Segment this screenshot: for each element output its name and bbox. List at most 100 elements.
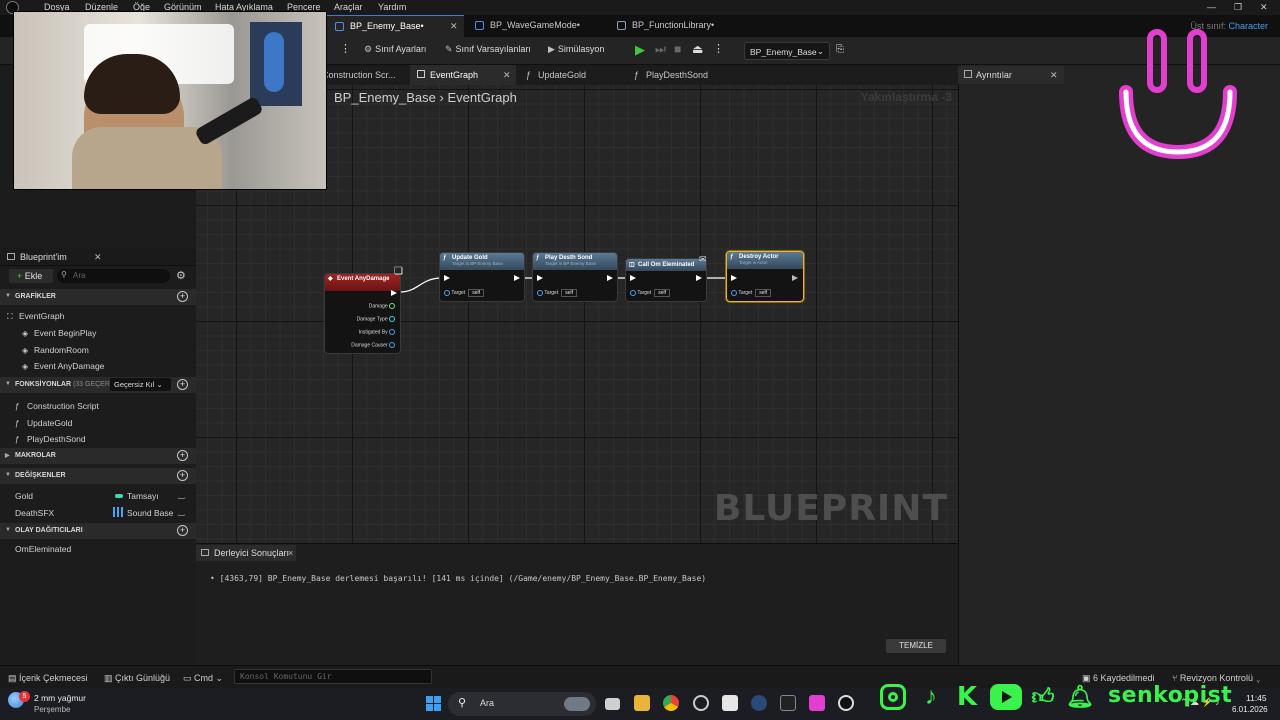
content-drawer-button[interactable]: ▤ İçerik Çekmecesi bbox=[8, 673, 88, 684]
node-update-gold[interactable]: ƒ Update Gold Target is BP Enemy Base Ta… bbox=[439, 252, 525, 302]
node-destroy-actor[interactable]: ƒ Destroy Actor Target is Actor Target se… bbox=[726, 251, 804, 302]
add-graph-icon[interactable]: + bbox=[177, 291, 188, 302]
pin-target[interactable]: Target self bbox=[537, 289, 577, 297]
section-macros[interactable]: ▶ MAKROLAR + bbox=[0, 448, 196, 464]
exec-in-pin[interactable] bbox=[444, 275, 450, 281]
steam-icon[interactable] bbox=[751, 695, 767, 711]
pin-damage[interactable]: Damage bbox=[369, 303, 395, 309]
function-item-construction-script[interactable]: ƒ Construction Script bbox=[0, 398, 196, 414]
exec-out-pin[interactable] bbox=[514, 275, 520, 281]
tab-eventgraph[interactable]: EventGraph ✕ bbox=[410, 65, 516, 85]
compiler-results-tab[interactable]: Derleyici Sonuçları × bbox=[196, 545, 296, 561]
pin-damage-type[interactable]: Damage Type bbox=[357, 316, 395, 322]
more-options-icon[interactable]: ⋮ bbox=[340, 42, 351, 55]
close-tab-icon[interactable]: ✕ bbox=[1050, 70, 1058, 81]
pin-target[interactable]: Target self bbox=[630, 289, 670, 297]
play-options-icon[interactable]: ⋮ bbox=[713, 42, 724, 55]
cmd-dropdown[interactable]: ▭ Cmd ⌄ bbox=[183, 673, 223, 684]
simulation-button[interactable]: ▶ Simülasyon bbox=[548, 44, 604, 55]
graph-item-randomroom[interactable]: ◈ RandomRoom bbox=[0, 342, 196, 358]
file-explorer-icon[interactable] bbox=[634, 695, 650, 711]
chrome-icon[interactable] bbox=[663, 695, 679, 711]
tab-playdesthsond[interactable]: ƒ PlayDesthSond bbox=[632, 65, 732, 85]
variable-item-gold[interactable]: Gold Tamsayı ‿ bbox=[0, 488, 196, 504]
tab-bp-enemy-base[interactable]: BP_Enemy_Base• ✕ bbox=[326, 15, 464, 37]
debug-object-dropdown[interactable]: BP_Enemy_Base ⌄ bbox=[744, 42, 830, 60]
menu-tools[interactable]: Araçlar bbox=[334, 2, 363, 12]
add-function-icon[interactable]: + bbox=[177, 379, 188, 390]
store-icon[interactable] bbox=[722, 695, 738, 711]
node-call-on-eliminated[interactable]: ◫ Call Om Eleminated Target self bbox=[625, 258, 707, 302]
play-icon[interactable]: ▶ bbox=[635, 42, 645, 58]
unreal-engine-icon[interactable] bbox=[838, 695, 854, 711]
function-item-updategold[interactable]: ƒ UpdateGold bbox=[0, 415, 196, 431]
pin-target[interactable]: Target self bbox=[444, 289, 484, 297]
weather-temp[interactable]: 2 mm yağmur bbox=[34, 693, 86, 703]
pin-instigated-by[interactable]: Instigated By bbox=[359, 329, 395, 335]
eye-icon[interactable]: ‿ bbox=[178, 506, 185, 517]
node-play-death-sound[interactable]: ƒ Play Desth Sond Target is BP Enemy Bas… bbox=[532, 252, 618, 302]
variable-item-deathsfx[interactable]: DeathSFX Sound Base ‿ bbox=[0, 505, 196, 521]
close-tab-icon[interactable]: ✕ bbox=[450, 21, 458, 32]
tab-updategold[interactable]: ƒ UpdateGold bbox=[524, 65, 614, 85]
restore-icon[interactable]: ❐ bbox=[1234, 2, 1242, 13]
pin-damage-causer[interactable]: Damage Causer bbox=[351, 342, 395, 348]
graph-item-beginplay[interactable]: ◈ Event BeginPlay bbox=[0, 325, 196, 341]
section-functions[interactable]: ▼ FONKSİYONLAR (33 GEÇERSİ Geçersiz Kıl … bbox=[0, 377, 196, 393]
tab-construction-script[interactable]: Construction Scr... bbox=[322, 65, 404, 85]
variable-type[interactable]: Tamsayı bbox=[127, 491, 159, 501]
self-field[interactable]: self bbox=[755, 289, 771, 297]
add-macro-icon[interactable]: + bbox=[177, 450, 188, 461]
task-view-icon[interactable] bbox=[605, 698, 620, 710]
find-debug-object-icon[interactable]: ⎘ bbox=[836, 44, 844, 55]
app-icon-pink[interactable] bbox=[809, 695, 825, 711]
close-window-icon[interactable]: ✕ bbox=[1260, 2, 1268, 13]
eject-icon[interactable]: ⏏ bbox=[692, 42, 703, 56]
output-log-button[interactable]: ▥ Çıktı Günlüğü bbox=[104, 673, 170, 684]
self-field[interactable]: self bbox=[561, 289, 577, 297]
windows-start-icon[interactable] bbox=[426, 696, 441, 711]
taskbar-search[interactable]: ⚲ Ara bbox=[448, 692, 596, 716]
exec-in-pin[interactable] bbox=[630, 275, 636, 281]
override-dropdown[interactable]: Geçersiz Kıl ⌄ bbox=[110, 378, 171, 391]
section-variables[interactable]: ▼ DEĞİŞKENLER + bbox=[0, 468, 196, 484]
exec-out-pin[interactable] bbox=[792, 275, 798, 281]
app-icon-circle[interactable] bbox=[693, 695, 709, 711]
graph-item-anydamage[interactable]: ◈ Event AnyDamage bbox=[0, 358, 196, 374]
class-settings-button[interactable]: ⚙ Sınıf Ayarları bbox=[364, 44, 426, 55]
section-event-dispatchers[interactable]: ▼ OLAY DAĞITICILARI + bbox=[0, 523, 196, 539]
function-item-playdesthsond[interactable]: ƒ PlayDesthSond bbox=[0, 431, 196, 447]
minimize-icon[interactable]: — bbox=[1207, 2, 1216, 12]
my-blueprint-tab[interactable]: Blueprint'im ✕ bbox=[0, 248, 196, 266]
blueprint-search-input[interactable]: ⚲ Ara bbox=[57, 269, 170, 283]
settings-gear-icon[interactable]: ⚙ bbox=[176, 269, 186, 282]
variable-type[interactable]: Sound Base bbox=[127, 508, 173, 518]
exec-out-pin[interactable] bbox=[696, 275, 702, 281]
tab-bp-wavegamemode[interactable]: BP_WaveGameMode• bbox=[466, 15, 606, 37]
clock-time[interactable]: 11:45 bbox=[1246, 693, 1267, 703]
add-button[interactable]: + Ekle bbox=[9, 269, 53, 283]
exec-out-pin[interactable] bbox=[607, 275, 613, 281]
close-tab-icon[interactable]: ✕ bbox=[94, 252, 102, 263]
eye-icon[interactable]: ‿ bbox=[178, 489, 185, 500]
dispatcher-item-omeleminated[interactable]: OmEleminated bbox=[0, 541, 196, 557]
exec-out-pin[interactable] bbox=[391, 290, 397, 296]
close-tab-icon[interactable]: × bbox=[288, 548, 293, 558]
pin-target[interactable]: Target self bbox=[731, 289, 771, 297]
epic-games-icon[interactable] bbox=[780, 695, 796, 711]
details-tab[interactable]: Ayrıntılar ✕ bbox=[958, 66, 1064, 84]
revision-control-button[interactable]: ⑂ Revizyon Kontrolü ⌄ bbox=[1172, 673, 1261, 683]
exec-in-pin[interactable] bbox=[731, 275, 737, 281]
step-icon[interactable]: ⏭ bbox=[655, 42, 666, 57]
add-variable-icon[interactable]: + bbox=[177, 470, 188, 481]
add-dispatcher-icon[interactable]: + bbox=[177, 525, 188, 536]
node-event-any-damage[interactable]: ◆ Event AnyDamage Damage Damage Type Ins… bbox=[324, 273, 401, 354]
class-defaults-button[interactable]: ✎ Sınıf Varsayılanları bbox=[445, 44, 531, 55]
clear-button[interactable]: TEMİZLE bbox=[886, 639, 946, 653]
exec-in-pin[interactable] bbox=[537, 275, 543, 281]
self-field[interactable]: self bbox=[468, 289, 484, 297]
console-command-input[interactable]: Konsol Komutunu Gir bbox=[234, 669, 432, 684]
close-tab-icon[interactable]: ✕ bbox=[503, 70, 511, 81]
tab-bp-functionlibrary[interactable]: BP_FunctionLibrary• bbox=[608, 15, 758, 37]
section-graphs[interactable]: ▼ GRAFİKLER + bbox=[0, 289, 196, 305]
